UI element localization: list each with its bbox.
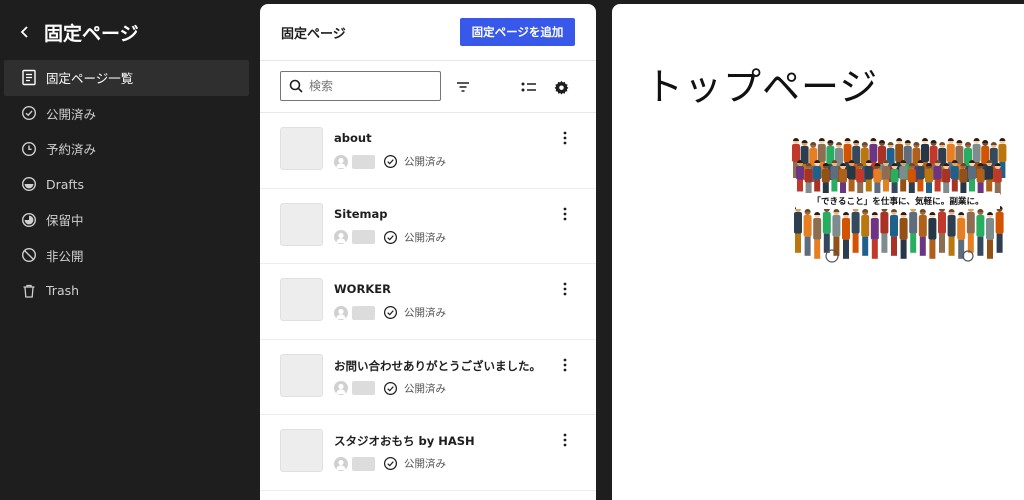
more-vertical-icon (563, 207, 567, 220)
list-header: 固定ページ 固定ページを追加 (260, 4, 596, 61)
gear-icon (554, 80, 568, 94)
author-name-placeholder (352, 230, 375, 244)
sidebar-item[interactable]: Drafts (4, 167, 249, 203)
add-page-button[interactable]: 固定ページを追加 (460, 18, 575, 46)
pending-icon (20, 211, 38, 229)
page-row[interactable]: WORKER 公開済み (260, 264, 596, 340)
back-button[interactable] (12, 18, 38, 46)
more-actions-button[interactable] (555, 203, 575, 225)
author-name-placeholder (352, 381, 375, 395)
avatar (334, 305, 348, 320)
search-icon (289, 79, 303, 93)
author-name-placeholder (352, 154, 375, 169)
page-meta: 公開済み (334, 230, 446, 245)
list-toolbar (260, 61, 596, 113)
pages-list: about 公開済み Sitemap 公開済み WORKER 公開済み お問い合わせありがと… (260, 113, 596, 491)
pages-list-icon (20, 69, 38, 87)
sidebar: 固定ページ 固定ページ一覧 公開済み予約済み Drafts 保留中非公開 Trash (0, 0, 258, 500)
trash-icon (20, 282, 38, 300)
list-title: 固定ページ (281, 26, 346, 42)
page-row[interactable]: お問い合わせありがとうございました。公開済み (260, 340, 596, 415)
drafts-half-circle-icon (20, 175, 38, 193)
view-options-button[interactable] (517, 75, 541, 99)
chevron-left-icon (20, 26, 28, 38)
page-row[interactable]: about 公開済み (260, 113, 596, 189)
hero-image: 「できること」を仕事に、気軽に。副業に。 (788, 136, 1014, 264)
published-check-icon (383, 305, 398, 320)
sidebar-item-label: 保留中 (46, 213, 84, 229)
page-title[interactable]: about (334, 131, 372, 145)
sidebar-title: 固定ページ (44, 22, 139, 45)
avatar (334, 456, 348, 471)
more-vertical-icon (563, 433, 567, 447)
page-thumbnail (280, 202, 323, 246)
sidebar-item-label: Drafts (46, 176, 85, 192)
settings-button[interactable] (549, 75, 573, 99)
published-check-icon (383, 381, 398, 396)
sidebar-item-label: Trash (46, 283, 80, 299)
page-meta: 公開済み (334, 456, 446, 471)
sidebar-item-label: 非公開 (46, 248, 84, 264)
more-vertical-icon (563, 282, 567, 296)
sidebar-item[interactable]: 公開済み (4, 96, 249, 132)
sidebar-item-label: 固定ページ一覧 (46, 71, 134, 87)
sidebar-item-label: 公開済み (46, 106, 97, 122)
page-title[interactable]: スタジオおもち by HASH (334, 433, 475, 449)
page-status: 公開済み (404, 231, 446, 244)
avatar (334, 381, 348, 395)
published-check-icon (20, 104, 38, 122)
more-actions-button[interactable] (555, 278, 575, 300)
more-actions-button[interactable] (555, 127, 575, 149)
published-check-icon (383, 154, 398, 169)
page-meta: 公開済み (334, 381, 446, 396)
author-name-placeholder (352, 456, 375, 471)
page-thumbnail (280, 278, 323, 321)
page-preview[interactable]: トップページ 「できること」を仕事に、気軽に。副業に。 (612, 4, 1024, 500)
sidebar-item[interactable]: 非公開 (4, 238, 249, 274)
sidebar-item-label: 予約済み (46, 142, 97, 158)
page-thumbnail (280, 127, 323, 170)
page-status: 公開済み (404, 156, 446, 168)
filter-button[interactable] (451, 75, 475, 99)
filter-icon (457, 82, 469, 92)
page-row[interactable]: Sitemap 公開済み (260, 189, 596, 264)
published-check-icon (383, 456, 398, 471)
page-meta: 公開済み (334, 154, 446, 169)
list-view-icon (521, 82, 536, 92)
page-status: 公開済み (404, 458, 446, 470)
search-box[interactable] (280, 71, 441, 101)
page-title[interactable]: Sitemap (334, 207, 388, 221)
pages-list-panel: 固定ページ 固定ページを追加 about公開済みSitemap公開済みWORKE… (260, 4, 596, 500)
page-thumbnail (280, 429, 323, 472)
published-check-icon (383, 230, 398, 245)
page-status: 公開済み (404, 382, 446, 395)
page-row[interactable]: スタジオおもち by HASH 公開済み (260, 415, 596, 491)
sidebar-item[interactable]: 固定ページ一覧 (4, 60, 249, 96)
avatar (334, 154, 348, 169)
avatar (334, 230, 348, 244)
more-actions-button[interactable] (555, 429, 575, 451)
author-name-placeholder (352, 305, 375, 320)
sidebar-item[interactable]: 予約済み (4, 131, 249, 167)
page-meta: 公開済み (334, 305, 446, 320)
more-vertical-icon (563, 358, 567, 371)
more-actions-button[interactable] (555, 354, 575, 376)
sidebar-item[interactable]: Trash (4, 273, 249, 309)
more-vertical-icon (563, 131, 567, 145)
private-no-icon (20, 246, 38, 264)
scheduled-clock-icon (20, 140, 38, 158)
sidebar-item[interactable]: 保留中 (4, 202, 249, 238)
sidebar-nav: 固定ページ一覧 公開済み予約済み Drafts 保留中非公開 Trash (4, 60, 249, 309)
hero-banner-text: 「できること」を仕事に、気軽に。副業に。 (796, 193, 1000, 209)
page-thumbnail (280, 353, 323, 397)
preview-page-title: トップページ (645, 65, 879, 109)
page-title[interactable]: お問い合わせありがとうございました。 (334, 358, 541, 374)
search-input[interactable] (309, 79, 429, 93)
page-title[interactable]: WORKER (334, 282, 391, 296)
sidebar-header: 固定ページ (12, 18, 139, 46)
page-status: 公開済み (404, 307, 446, 319)
